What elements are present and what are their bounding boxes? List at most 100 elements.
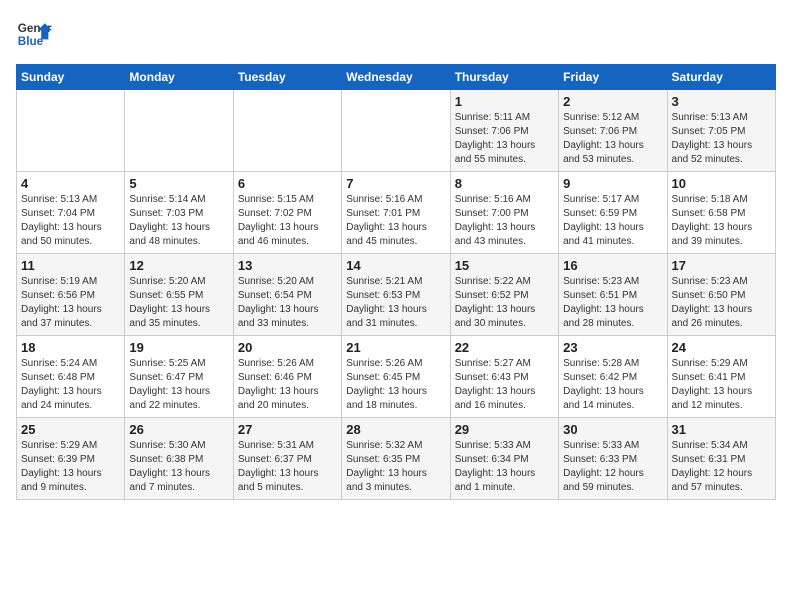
day-info: Sunrise: 5:20 AM Sunset: 6:54 PM Dayligh… bbox=[238, 275, 337, 331]
day-number: 13 bbox=[238, 258, 337, 273]
calendar-cell: 23 Sunrise: 5:28 AM Sunset: 6:42 PM Dayli… bbox=[559, 336, 667, 418]
day-number: 28 bbox=[346, 422, 445, 437]
weekday-header-thursday: Thursday bbox=[450, 65, 558, 90]
calendar-cell bbox=[17, 90, 125, 172]
calendar-cell bbox=[125, 90, 233, 172]
calendar-cell: 27 Sunrise: 5:31 AM Sunset: 6:37 PM Dayli… bbox=[233, 418, 341, 500]
week-row-2: 4 Sunrise: 5:13 AM Sunset: 7:04 PM Daylig… bbox=[17, 172, 776, 254]
calendar-cell: 1 Sunrise: 5:11 AM Sunset: 7:06 PM Daylig… bbox=[450, 90, 558, 172]
weekday-header-saturday: Saturday bbox=[667, 65, 775, 90]
day-info: Sunrise: 5:30 AM Sunset: 6:38 PM Dayligh… bbox=[129, 439, 228, 495]
calendar-cell: 30 Sunrise: 5:33 AM Sunset: 6:33 PM Dayli… bbox=[559, 418, 667, 500]
day-info: Sunrise: 5:27 AM Sunset: 6:43 PM Dayligh… bbox=[455, 357, 554, 413]
day-number: 14 bbox=[346, 258, 445, 273]
day-number: 18 bbox=[21, 340, 120, 355]
day-info: Sunrise: 5:29 AM Sunset: 6:41 PM Dayligh… bbox=[672, 357, 771, 413]
calendar-cell: 10 Sunrise: 5:18 AM Sunset: 6:58 PM Dayli… bbox=[667, 172, 775, 254]
calendar-cell: 15 Sunrise: 5:22 AM Sunset: 6:52 PM Dayli… bbox=[450, 254, 558, 336]
day-number: 4 bbox=[21, 176, 120, 191]
calendar-cell: 5 Sunrise: 5:14 AM Sunset: 7:03 PM Daylig… bbox=[125, 172, 233, 254]
day-number: 5 bbox=[129, 176, 228, 191]
day-number: 23 bbox=[563, 340, 662, 355]
day-number: 11 bbox=[21, 258, 120, 273]
day-number: 19 bbox=[129, 340, 228, 355]
day-info: Sunrise: 5:13 AM Sunset: 7:05 PM Dayligh… bbox=[672, 111, 771, 167]
calendar-cell: 16Sunrise: 5:23 AM Sunset: 6:51 PM Dayli… bbox=[559, 254, 667, 336]
day-number: 17 bbox=[672, 258, 771, 273]
day-number: 22 bbox=[455, 340, 554, 355]
calendar-cell: 7 Sunrise: 5:16 AM Sunset: 7:01 PM Daylig… bbox=[342, 172, 450, 254]
day-info: Sunrise: 5:33 AM Sunset: 6:34 PM Dayligh… bbox=[455, 439, 554, 495]
weekday-header-row: SundayMondayTuesdayWednesdayThursdayFrid… bbox=[17, 65, 776, 90]
day-number: 24 bbox=[672, 340, 771, 355]
day-number: 15 bbox=[455, 258, 554, 273]
day-number: 10 bbox=[672, 176, 771, 191]
page-header: General Blue bbox=[16, 16, 776, 52]
day-number: 30 bbox=[563, 422, 662, 437]
day-info: Sunrise: 5:25 AM Sunset: 6:47 PM Dayligh… bbox=[129, 357, 228, 413]
logo: General Blue bbox=[16, 16, 52, 52]
week-row-1: 1 Sunrise: 5:11 AM Sunset: 7:06 PM Daylig… bbox=[17, 90, 776, 172]
week-row-5: 25 Sunrise: 5:29 AM Sunset: 6:39 PM Dayli… bbox=[17, 418, 776, 500]
calendar-cell: 13 Sunrise: 5:20 AM Sunset: 6:54 PM Dayli… bbox=[233, 254, 341, 336]
day-info: Sunrise: 5:11 AM Sunset: 7:06 PM Dayligh… bbox=[455, 111, 554, 167]
calendar-cell: 12 Sunrise: 5:20 AM Sunset: 6:55 PM Dayli… bbox=[125, 254, 233, 336]
calendar-cell: 24 Sunrise: 5:29 AM Sunset: 6:41 PM Dayli… bbox=[667, 336, 775, 418]
day-info: Sunrise: 5:31 AM Sunset: 6:37 PM Dayligh… bbox=[238, 439, 337, 495]
calendar-cell: 21Sunrise: 5:26 AM Sunset: 6:45 PM Dayli… bbox=[342, 336, 450, 418]
calendar-cell: 29Sunrise: 5:33 AM Sunset: 6:34 PM Dayli… bbox=[450, 418, 558, 500]
day-info: Sunrise: 5:24 AM Sunset: 6:48 PM Dayligh… bbox=[21, 357, 120, 413]
day-info: Sunrise: 5:13 AM Sunset: 7:04 PM Dayligh… bbox=[21, 193, 120, 249]
calendar-cell: 6Sunrise: 5:15 AM Sunset: 7:02 PM Daylig… bbox=[233, 172, 341, 254]
calendar-cell: 20 Sunrise: 5:26 AM Sunset: 6:46 PM Dayli… bbox=[233, 336, 341, 418]
day-info: Sunrise: 5:22 AM Sunset: 6:52 PM Dayligh… bbox=[455, 275, 554, 331]
calendar-cell: 19 Sunrise: 5:25 AM Sunset: 6:47 PM Dayli… bbox=[125, 336, 233, 418]
day-info: Sunrise: 5:34 AM Sunset: 6:31 PM Dayligh… bbox=[672, 439, 771, 495]
day-info: Sunrise: 5:16 AM Sunset: 7:01 PM Dayligh… bbox=[346, 193, 445, 249]
day-info: Sunrise: 5:20 AM Sunset: 6:55 PM Dayligh… bbox=[129, 275, 228, 331]
calendar-cell: 14 Sunrise: 5:21 AM Sunset: 6:53 PM Dayli… bbox=[342, 254, 450, 336]
calendar-cell: 18 Sunrise: 5:24 AM Sunset: 6:48 PM Dayli… bbox=[17, 336, 125, 418]
weekday-header-friday: Friday bbox=[559, 65, 667, 90]
calendar-cell: 4 Sunrise: 5:13 AM Sunset: 7:04 PM Daylig… bbox=[17, 172, 125, 254]
day-number: 27 bbox=[238, 422, 337, 437]
day-number: 9 bbox=[563, 176, 662, 191]
day-number: 1 bbox=[455, 94, 554, 109]
calendar-cell: 9Sunrise: 5:17 AM Sunset: 6:59 PM Daylig… bbox=[559, 172, 667, 254]
calendar-cell: 26 Sunrise: 5:30 AM Sunset: 6:38 PM Dayli… bbox=[125, 418, 233, 500]
calendar-cell: 31 Sunrise: 5:34 AM Sunset: 6:31 PM Dayli… bbox=[667, 418, 775, 500]
svg-text:Blue: Blue bbox=[18, 35, 44, 48]
week-row-4: 18 Sunrise: 5:24 AM Sunset: 6:48 PM Dayli… bbox=[17, 336, 776, 418]
calendar-cell bbox=[233, 90, 341, 172]
day-info: Sunrise: 5:26 AM Sunset: 6:46 PM Dayligh… bbox=[238, 357, 337, 413]
day-info: Sunrise: 5:28 AM Sunset: 6:42 PM Dayligh… bbox=[563, 357, 662, 413]
calendar-cell: 17 Sunrise: 5:23 AM Sunset: 6:50 PM Dayli… bbox=[667, 254, 775, 336]
day-number: 31 bbox=[672, 422, 771, 437]
day-number: 6 bbox=[238, 176, 337, 191]
day-number: 7 bbox=[346, 176, 445, 191]
weekday-header-sunday: Sunday bbox=[17, 65, 125, 90]
day-info: Sunrise: 5:29 AM Sunset: 6:39 PM Dayligh… bbox=[21, 439, 120, 495]
day-info: Sunrise: 5:32 AM Sunset: 6:35 PM Dayligh… bbox=[346, 439, 445, 495]
calendar-cell: 3 Sunrise: 5:13 AM Sunset: 7:05 PM Daylig… bbox=[667, 90, 775, 172]
logo-icon: General Blue bbox=[16, 16, 52, 52]
day-number: 20 bbox=[238, 340, 337, 355]
day-number: 3 bbox=[672, 94, 771, 109]
day-info: Sunrise: 5:18 AM Sunset: 6:58 PM Dayligh… bbox=[672, 193, 771, 249]
day-info: Sunrise: 5:33 AM Sunset: 6:33 PM Dayligh… bbox=[563, 439, 662, 495]
day-info: Sunrise: 5:16 AM Sunset: 7:00 PM Dayligh… bbox=[455, 193, 554, 249]
calendar-cell: 28 Sunrise: 5:32 AM Sunset: 6:35 PM Dayli… bbox=[342, 418, 450, 500]
day-number: 12 bbox=[129, 258, 228, 273]
day-number: 26 bbox=[129, 422, 228, 437]
day-info: Sunrise: 5:21 AM Sunset: 6:53 PM Dayligh… bbox=[346, 275, 445, 331]
day-info: Sunrise: 5:14 AM Sunset: 7:03 PM Dayligh… bbox=[129, 193, 228, 249]
calendar-cell: 2Sunrise: 5:12 AM Sunset: 7:06 PM Daylig… bbox=[559, 90, 667, 172]
day-info: Sunrise: 5:23 AM Sunset: 6:50 PM Dayligh… bbox=[672, 275, 771, 331]
day-info: Sunrise: 5:12 AM Sunset: 7:06 PM Dayligh… bbox=[563, 111, 662, 167]
weekday-header-wednesday: Wednesday bbox=[342, 65, 450, 90]
calendar-cell: 8Sunrise: 5:16 AM Sunset: 7:00 PM Daylig… bbox=[450, 172, 558, 254]
day-info: Sunrise: 5:26 AM Sunset: 6:45 PM Dayligh… bbox=[346, 357, 445, 413]
day-number: 25 bbox=[21, 422, 120, 437]
day-number: 16 bbox=[563, 258, 662, 273]
day-info: Sunrise: 5:19 AM Sunset: 6:56 PM Dayligh… bbox=[21, 275, 120, 331]
